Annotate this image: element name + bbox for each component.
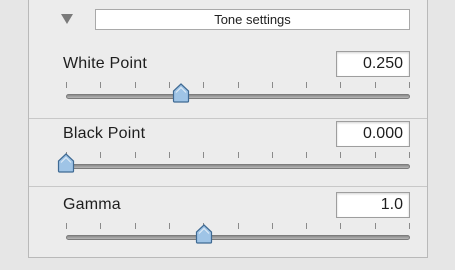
white-point-field[interactable]: [336, 51, 410, 77]
tick-mark: [135, 152, 136, 158]
white-point-label: White Point: [63, 55, 148, 72]
tick-mark: [169, 152, 170, 158]
tone-settings-panel: Tone settings White Point Black Point Ga…: [28, 0, 428, 258]
black-point-ticks: [66, 152, 410, 160]
gamma-ticks: [66, 223, 410, 231]
black-point-label: Black Point: [63, 125, 146, 142]
black-point-slider-track[interactable]: [66, 164, 410, 169]
tick-mark: [100, 223, 101, 229]
tick-mark: [66, 82, 67, 88]
tick-mark: [306, 82, 307, 88]
divider: [29, 118, 427, 119]
tick-mark: [375, 82, 376, 88]
tick-mark: [66, 223, 67, 229]
tick-mark: [238, 82, 239, 88]
white-point-slider-thumb[interactable]: [172, 83, 190, 103]
tick-mark: [203, 152, 204, 158]
tick-mark: [135, 223, 136, 229]
tick-mark: [340, 223, 341, 229]
tick-mark: [409, 82, 410, 88]
tick-mark: [169, 82, 170, 88]
gamma-slider-track[interactable]: [66, 235, 410, 240]
tick-mark: [409, 223, 410, 229]
tick-mark: [272, 152, 273, 158]
gamma-row: Gamma: [29, 192, 427, 270]
tick-mark: [340, 152, 341, 158]
tick-mark: [238, 152, 239, 158]
tick-mark: [306, 152, 307, 158]
tick-mark: [203, 82, 204, 88]
tick-mark: [169, 223, 170, 229]
tick-mark: [375, 223, 376, 229]
tick-mark: [409, 152, 410, 158]
gamma-slider-thumb[interactable]: [195, 224, 213, 244]
white-point-slider-track[interactable]: [66, 94, 410, 99]
white-point-ticks: [66, 82, 410, 90]
tick-mark: [272, 82, 273, 88]
gamma-field[interactable]: [336, 192, 410, 218]
tick-mark: [306, 223, 307, 229]
tick-mark: [272, 223, 273, 229]
divider: [29, 186, 427, 187]
disclosure-triangle-icon[interactable]: [61, 14, 73, 24]
tick-mark: [340, 82, 341, 88]
tick-mark: [100, 152, 101, 158]
section-title: Tone settings: [95, 9, 410, 30]
tick-mark: [135, 82, 136, 88]
tick-mark: [238, 223, 239, 229]
black-point-slider-thumb[interactable]: [57, 153, 75, 173]
gamma-label: Gamma: [63, 196, 121, 213]
black-point-row: Black Point: [29, 121, 427, 199]
tick-mark: [100, 82, 101, 88]
section-header: Tone settings: [29, 4, 427, 32]
black-point-field[interactable]: [336, 121, 410, 147]
tick-mark: [375, 152, 376, 158]
